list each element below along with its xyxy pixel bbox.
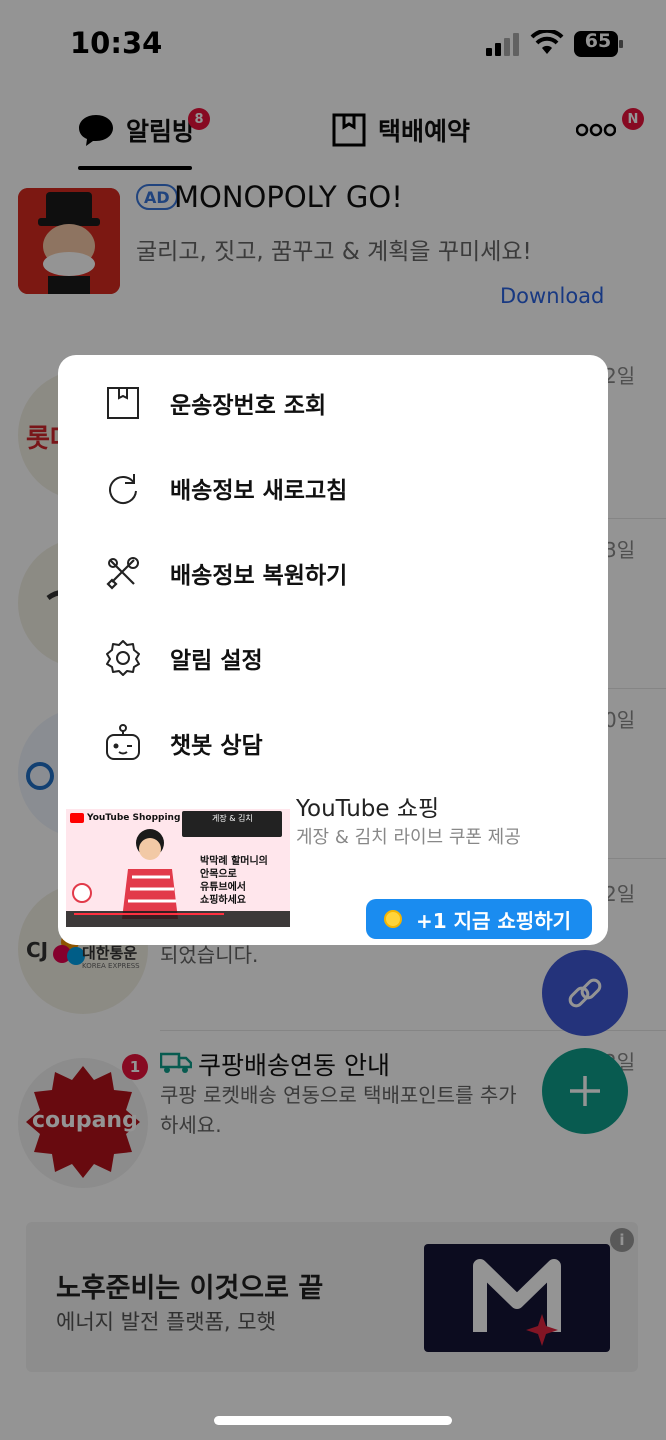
youtube-ad-title: YouTube 쇼핑 <box>296 796 440 822</box>
thumb-caption-line: 박막례 할머니의 <box>200 856 268 867</box>
action-menu: 운송장번호 조회 배송정보 새로고침 배송정보 복원하기 알림 설정 챗봇 상담… <box>58 355 608 945</box>
menu-item-tracking-lookup[interactable]: 운송장번호 조회 <box>58 363 608 443</box>
robot-icon <box>106 724 140 760</box>
menu-item-label: 운송장번호 조회 <box>170 393 327 419</box>
shop-now-label: +1 지금 쇼핑하기 <box>416 908 571 933</box>
thumb-caption: 박막례 할머니의 안목으로 유튜브에서 쇼핑하세요 <box>200 855 268 907</box>
coin-icon <box>384 910 402 928</box>
menu-item-refresh[interactable]: 배송정보 새로고침 <box>58 448 608 528</box>
menu-item-label: 챗봇 상담 <box>170 733 263 759</box>
menu-item-label: 배송정보 새로고침 <box>170 478 348 504</box>
shop-now-button[interactable]: +1 지금 쇼핑하기 <box>366 899 592 939</box>
thumb-caption-line: 쇼핑하세요 <box>200 895 246 906</box>
thumb-caption-line: 안목으로 <box>200 869 237 880</box>
youtube-ad-thumbnail: YouTube Shopping 게장 & 김치 박막례 할머니의 안목으로 유… <box>66 809 290 927</box>
youtube-ad-subtitle: 게장 & 김치 라이브 쿠폰 제공 <box>296 827 521 848</box>
tools-icon <box>106 557 139 590</box>
home-indicator[interactable] <box>214 1416 452 1425</box>
gear-icon <box>106 640 140 676</box>
menu-item-chatbot[interactable]: 챗봇 상담 <box>58 703 608 783</box>
thumb-caption-line: 유튜브에서 <box>200 882 246 893</box>
menu-item-label: 알림 설정 <box>170 648 263 674</box>
box-icon <box>107 387 139 419</box>
refresh-icon <box>109 474 137 504</box>
menu-item-restore[interactable]: 배송정보 복원하기 <box>58 533 608 613</box>
menu-item-label: 배송정보 복원하기 <box>170 563 348 589</box>
menu-item-notification-settings[interactable]: 알림 설정 <box>58 618 608 698</box>
youtube-shopping-ad[interactable]: YouTube Shopping 게장 & 김치 박막례 할머니의 안목으로 유… <box>58 785 608 945</box>
